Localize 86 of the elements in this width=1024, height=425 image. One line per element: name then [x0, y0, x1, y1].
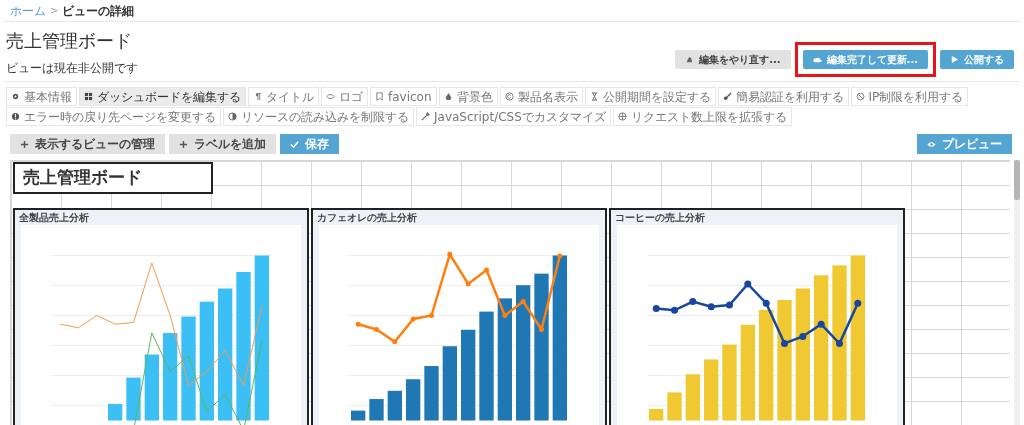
data-point [374, 327, 379, 332]
header-button[interactable]: 編集完了して更新... [802, 50, 928, 69]
tab[interactable]: 簡易認証を利用する [717, 87, 849, 106]
bar [144, 354, 159, 421]
data-point [799, 333, 807, 340]
tab[interactable]: タイトル [248, 87, 319, 106]
ban-icon [855, 92, 865, 101]
breadcrumb-separator: > [50, 4, 59, 18]
data-point [392, 339, 398, 345]
grid-icon [84, 92, 93, 101]
paragraph-icon [253, 92, 262, 101]
tab[interactable]: 公開期間を設定する [584, 87, 716, 106]
data-point [484, 267, 489, 273]
cloud-upload-icon [812, 55, 822, 64]
data-point [744, 280, 752, 288]
plus-icon [20, 139, 29, 149]
breadcrumb-link[interactable]: ホーム [10, 1, 46, 20]
bar [667, 392, 682, 421]
data-point [817, 320, 825, 328]
bar [108, 404, 123, 421]
toolbar-button[interactable]: ラベルを追加 [169, 134, 276, 154]
title-widget: 売上管理ボード [13, 162, 213, 194]
key-icon [722, 92, 732, 101]
tab[interactable]: エラー時の戻り先ページを変更する [6, 107, 221, 126]
data-point [355, 321, 361, 327]
data-point [689, 298, 697, 305]
gear-icon [11, 92, 20, 101]
tab[interactable]: 基本情報 [6, 87, 77, 106]
bar [126, 377, 141, 421]
preview-button[interactable]: プレビュー [917, 134, 1012, 154]
play-icon [950, 55, 959, 64]
tab[interactable]: リクエスト数上限を拡張する [612, 107, 792, 126]
tab[interactable]: 背景色 [438, 87, 498, 106]
data-point [410, 316, 416, 322]
tab[interactable]: IP制限を利用する [850, 87, 969, 106]
data-point [726, 301, 733, 309]
scrollbar-thumb[interactable] [1014, 160, 1020, 200]
drop-icon [443, 92, 453, 101]
wrench-icon [421, 112, 430, 121]
shield-icon [228, 112, 237, 121]
toolbar-button[interactable]: 保存 [280, 134, 339, 154]
chart-title: カフェオレの売上分析 [316, 211, 418, 225]
page-title: 売上管理ボード [6, 29, 133, 53]
bar [387, 390, 402, 421]
data-point [854, 299, 862, 307]
bar [369, 399, 384, 421]
data-point [447, 251, 453, 257]
info-icon [11, 112, 20, 121]
breadcrumb-current: ビューの詳細 [62, 2, 135, 20]
data-point [707, 303, 715, 311]
data-point [502, 313, 508, 318]
status-text: ビューは現在非公開です [6, 60, 139, 77]
data-point [652, 305, 660, 312]
bar [685, 374, 700, 421]
plus-icon [179, 139, 188, 149]
tab[interactable]: favicon [370, 87, 437, 106]
bar [406, 379, 421, 421]
data-point [429, 313, 434, 318]
header-button[interactable]: 公開する [940, 50, 1014, 69]
scrollbar[interactable] [1014, 160, 1020, 425]
globe-icon [617, 112, 627, 121]
bar [424, 366, 439, 421]
data-point [539, 327, 544, 332]
tab[interactable]: JavaScript/CSSでカスタマイズ [416, 107, 611, 126]
check-icon [290, 139, 299, 149]
chart-title: 全製品売上分析 [18, 211, 90, 225]
copyright-icon [504, 92, 514, 101]
header-button[interactable]: 編集をやり直す... [675, 50, 791, 69]
tab[interactable]: ロゴ [321, 87, 368, 106]
data-point [836, 340, 843, 347]
tab[interactable]: ダッシュボードを編集する [79, 87, 246, 106]
data-point [762, 299, 770, 307]
data-point [557, 253, 563, 259]
data-point [520, 299, 526, 304]
data-point [465, 281, 471, 287]
toolbar-button[interactable]: 表示するビューの管理 [10, 134, 165, 154]
bar [351, 410, 366, 421]
bar [704, 359, 719, 421]
tab[interactable]: リソースの読み込みを制限する [223, 107, 414, 126]
data-point [781, 340, 788, 347]
chart-title: コーヒーの売上分析 [614, 211, 706, 225]
tab[interactable]: 製品名表示 [499, 87, 583, 106]
data-point [671, 306, 678, 314]
hourglass-icon [589, 92, 599, 101]
bar [649, 408, 664, 421]
bookmark-icon [375, 92, 384, 101]
